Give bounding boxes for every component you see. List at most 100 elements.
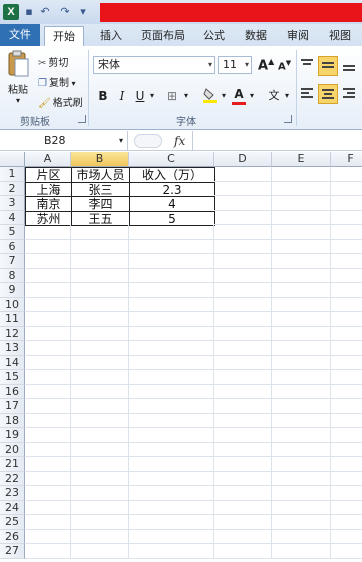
cell-e22[interactable] xyxy=(272,471,331,486)
fill-color-icon[interactable] xyxy=(202,87,218,105)
cell-b22[interactable] xyxy=(71,471,129,486)
phonetic-guide-button[interactable]: 文 xyxy=(266,87,282,105)
cell-e19[interactable] xyxy=(272,428,331,443)
cell-d24[interactable] xyxy=(214,500,272,515)
column-header-d[interactable]: D xyxy=(214,152,272,167)
cell-e27[interactable] xyxy=(272,544,331,559)
cell-e18[interactable] xyxy=(272,413,331,428)
cell-c14[interactable] xyxy=(129,355,214,370)
cell-d3[interactable] xyxy=(214,196,272,211)
cell-d10[interactable] xyxy=(214,297,272,312)
cell-f27[interactable] xyxy=(331,544,362,559)
cell-d6[interactable] xyxy=(214,239,272,254)
cell-e1[interactable] xyxy=(272,167,331,182)
cell-c6[interactable] xyxy=(129,239,214,254)
cell-d14[interactable] xyxy=(214,355,272,370)
cell-d20[interactable] xyxy=(214,442,272,457)
copy-button[interactable]: ❐ 复制 ▾ xyxy=(38,74,76,90)
bold-button[interactable]: B xyxy=(96,87,110,105)
cell-a8[interactable] xyxy=(25,268,71,283)
align-left-icon[interactable] xyxy=(300,86,316,102)
cell-e12[interactable] xyxy=(272,326,331,341)
cell-a21[interactable] xyxy=(25,457,71,472)
cell-e17[interactable] xyxy=(272,399,331,414)
cell-b2[interactable]: 张三 xyxy=(71,181,130,197)
row-header-13[interactable]: 13 xyxy=(0,341,25,356)
row-header-2[interactable]: 2 xyxy=(0,181,25,196)
cell-f6[interactable] xyxy=(331,240,362,254)
cell-c3[interactable]: 4 xyxy=(129,196,215,212)
cell-f14[interactable] xyxy=(331,356,362,370)
fill-color-dropdown-icon[interactable]: ▾ xyxy=(220,87,228,105)
cell-d25[interactable] xyxy=(214,515,272,530)
align-top-icon[interactable] xyxy=(300,58,316,74)
cell-d16[interactable] xyxy=(214,384,272,399)
cell-c15[interactable] xyxy=(129,370,214,385)
row-header-14[interactable]: 14 xyxy=(0,355,25,370)
cell-c2[interactable]: 2.3 xyxy=(129,181,215,197)
tab-file[interactable]: 文件 xyxy=(0,24,40,46)
column-header-e[interactable]: E xyxy=(272,152,331,167)
cell-e14[interactable] xyxy=(272,355,331,370)
cell-f22[interactable] xyxy=(331,472,362,486)
row-header-10[interactable]: 10 xyxy=(0,297,25,312)
row-header-26[interactable]: 26 xyxy=(0,529,25,544)
cut-button[interactable]: ✂ 剪切 xyxy=(38,54,68,70)
cell-f21[interactable] xyxy=(331,457,362,472)
cell-b26[interactable] xyxy=(71,529,129,544)
paste-dropdown-icon[interactable]: ▾ xyxy=(4,96,32,105)
cell-b8[interactable] xyxy=(71,268,129,283)
cell-f4[interactable] xyxy=(331,211,362,225)
cell-d15[interactable] xyxy=(214,370,272,385)
cell-a22[interactable] xyxy=(25,471,71,486)
cell-e8[interactable] xyxy=(272,268,331,283)
row-header-19[interactable]: 19 xyxy=(0,428,25,443)
formula-input[interactable] xyxy=(196,131,362,151)
cell-b25[interactable] xyxy=(71,515,129,530)
cell-b20[interactable] xyxy=(71,442,129,457)
underline-dropdown-icon[interactable]: ▾ xyxy=(148,87,156,105)
row-header-6[interactable]: 6 xyxy=(0,239,25,254)
cell-b17[interactable] xyxy=(71,399,129,414)
cell-d26[interactable] xyxy=(214,529,272,544)
cell-c25[interactable] xyxy=(129,515,214,530)
cell-c22[interactable] xyxy=(129,471,214,486)
cell-b13[interactable] xyxy=(71,341,129,356)
cell-e2[interactable] xyxy=(272,181,331,196)
cell-c19[interactable] xyxy=(129,428,214,443)
cell-e20[interactable] xyxy=(272,442,331,457)
font-color-dropdown-icon[interactable]: ▾ xyxy=(248,87,256,105)
cell-d5[interactable] xyxy=(214,225,272,240)
cell-d11[interactable] xyxy=(214,312,272,327)
cell-e23[interactable] xyxy=(272,486,331,501)
cell-d17[interactable] xyxy=(214,399,272,414)
cell-a12[interactable] xyxy=(25,326,71,341)
cell-f23[interactable] xyxy=(331,486,362,501)
cell-c9[interactable] xyxy=(129,283,214,298)
cell-d18[interactable] xyxy=(214,413,272,428)
cell-a16[interactable] xyxy=(25,384,71,399)
cell-a15[interactable] xyxy=(25,370,71,385)
font-launcher-icon[interactable] xyxy=(284,115,292,123)
align-middle-icon[interactable] xyxy=(318,56,338,76)
cell-e15[interactable] xyxy=(272,370,331,385)
cell-a10[interactable] xyxy=(25,297,71,312)
cell-f13[interactable] xyxy=(331,341,362,356)
cell-b1[interactable]: 市场人员 xyxy=(71,167,130,183)
row-header-15[interactable]: 15 xyxy=(0,370,25,385)
column-header-c[interactable]: C xyxy=(129,152,214,167)
cell-c5[interactable] xyxy=(129,225,214,240)
row-header-1[interactable]: 1 xyxy=(0,167,25,182)
font-size-box[interactable]: 11 ▾ xyxy=(218,56,252,74)
shrink-font-button[interactable]: A▼ xyxy=(278,59,291,72)
cell-a7[interactable] xyxy=(25,254,71,269)
cell-e4[interactable] xyxy=(272,210,331,225)
borders-dropdown-icon[interactable]: ▾ xyxy=(182,87,190,105)
cell-a26[interactable] xyxy=(25,529,71,544)
cell-f20[interactable] xyxy=(331,443,362,457)
column-header-a[interactable]: A xyxy=(25,152,71,167)
cell-c12[interactable] xyxy=(129,326,214,341)
cell-f17[interactable] xyxy=(331,399,362,414)
tab-insert[interactable]: 插入 xyxy=(92,26,130,46)
cell-c26[interactable] xyxy=(129,529,214,544)
